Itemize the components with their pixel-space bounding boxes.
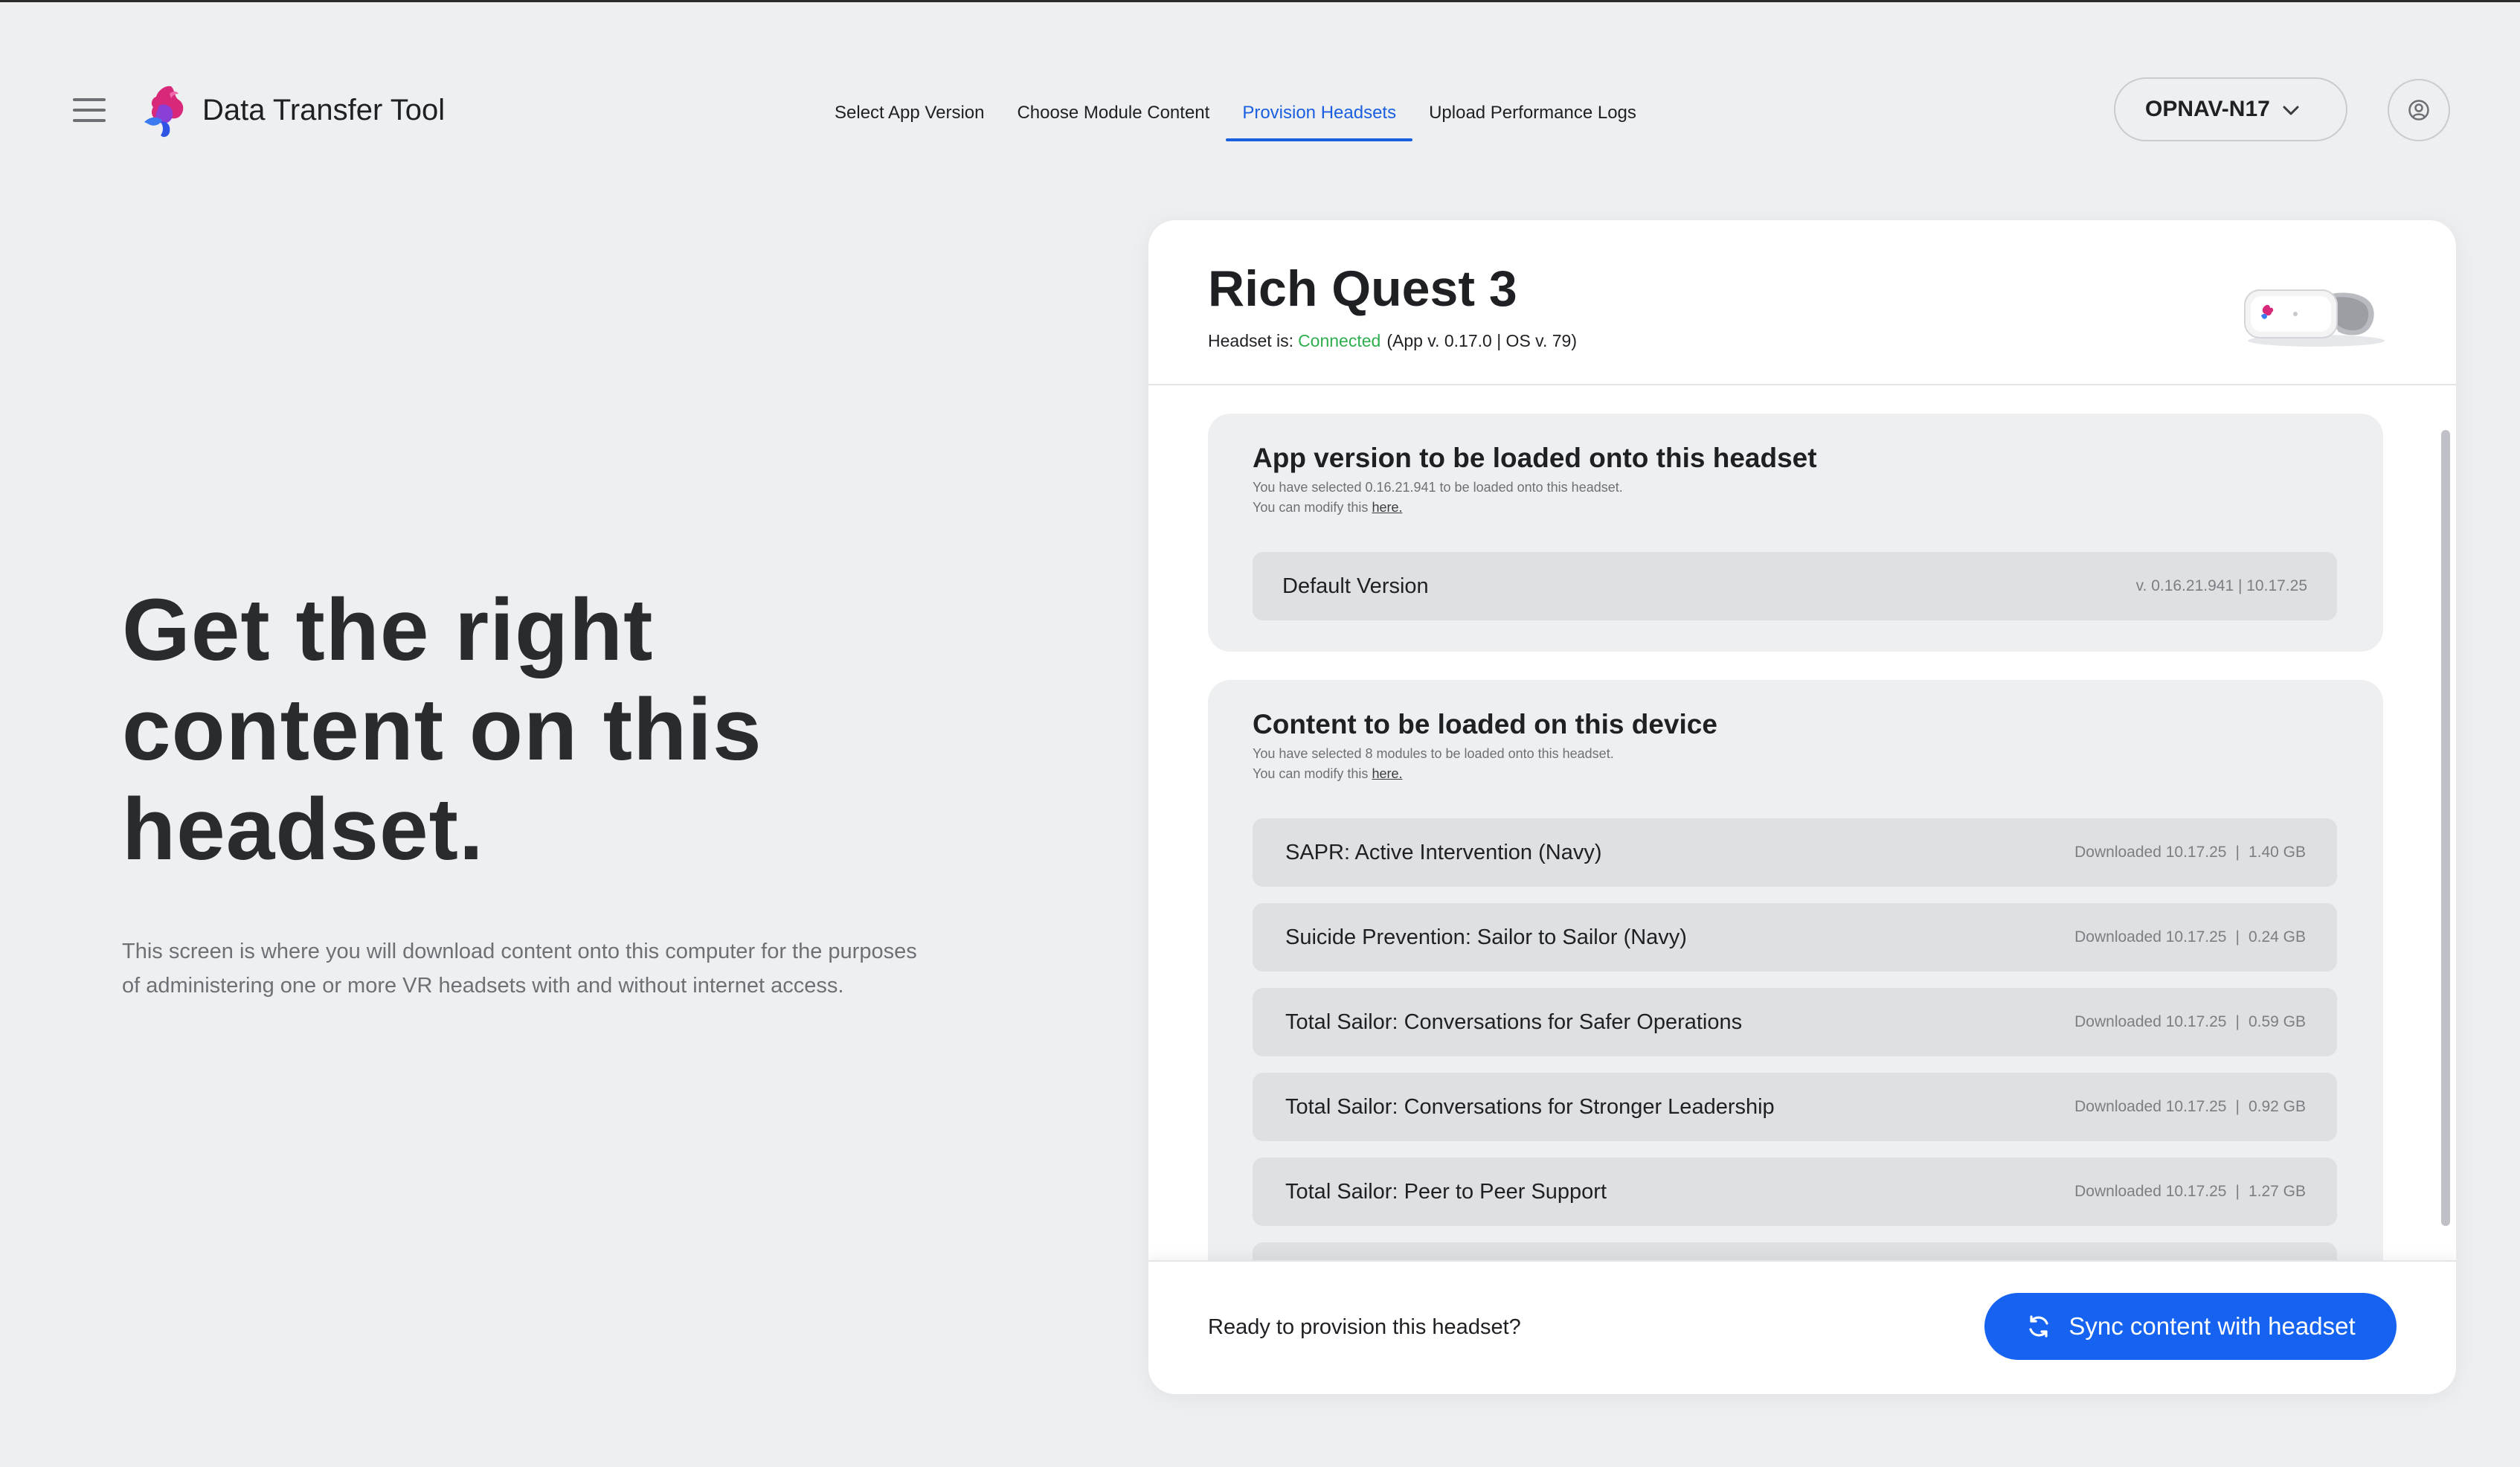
window-top-edge <box>0 0 2520 2</box>
module-name: SAPR: Active Intervention (Navy) <box>1285 841 1602 864</box>
module-row[interactable]: SAPR: Active Intervention (Navy) Downloa… <box>1253 818 2337 887</box>
panel-scrollbar[interactable] <box>2441 430 2450 1226</box>
modify-app-version-link[interactable]: here. <box>1372 500 1402 515</box>
app-version-modify-text: You can modify this here. <box>1253 500 1403 515</box>
modify-content-link[interactable]: here. <box>1372 766 1402 781</box>
content-selected-text: You have selected 8 modules to be loaded… <box>1253 746 1614 761</box>
organization-select[interactable]: OPNAV-N17 <box>2114 77 2347 141</box>
app-version-selected-text: You have selected 0.16.21.941 to be load… <box>1253 480 1623 495</box>
content-subtitle: You have selected 8 modules to be loaded… <box>1253 744 1614 784</box>
module-name: Total Sailor: Conversations for Stronger… <box>1285 1095 1775 1119</box>
app-version-title: App version to be loaded onto this heads… <box>1253 443 1817 473</box>
module-name: Total Sailor: Peer to Peer Support <box>1285 1180 1607 1204</box>
module-row[interactable]: Total Sailor: Conversations for Safer Op… <box>1253 988 2337 1056</box>
device-name: Rich Quest 3 <box>1208 260 1517 317</box>
content-section: Content to be loaded on this device You … <box>1208 680 2383 1349</box>
tab-provision-headsets[interactable]: Provision Headsets <box>1226 83 1412 143</box>
tab-choose-module-content[interactable]: Choose Module Content <box>1000 83 1226 143</box>
provision-prompt: Ready to provision this headset? <box>1208 1315 1521 1339</box>
user-profile-icon <box>2408 100 2429 121</box>
user-profile-button[interactable] <box>2388 79 2450 141</box>
sync-button-label: Sync content with headset <box>2069 1312 2356 1340</box>
module-meta: Downloaded 10.17.25 | 0.24 GB <box>2074 928 2306 946</box>
hero-title: Get the right content on this headset. <box>122 581 762 879</box>
app-version-section: App version to be loaded onto this heads… <box>1208 414 2383 652</box>
device-status-prefix: Headset is: <box>1208 331 1294 350</box>
tab-upload-performance-logs[interactable]: Upload Performance Logs <box>1412 83 1653 143</box>
module-name: Suicide Prevention: Sailor to Sailor (Na… <box>1285 925 1687 949</box>
module-row[interactable]: Total Sailor: Peer to Peer Support Downl… <box>1253 1158 2337 1226</box>
content-modify-text: You can modify this here. <box>1253 766 1403 781</box>
device-version-info: (App v. 0.17.0 | OS v. 79) <box>1386 331 1577 350</box>
organization-select-value: OPNAV-N17 <box>2145 97 2270 121</box>
sync-content-button[interactable]: Sync content with headset <box>1984 1293 2397 1360</box>
module-name: Total Sailor: Conversations for Safer Op… <box>1285 1010 1743 1034</box>
panel-footer: Ready to provision this headset? Sync co… <box>1148 1260 2456 1394</box>
module-meta: Downloaded 10.17.25 | 1.27 GB <box>2074 1183 2306 1200</box>
module-list: SAPR: Active Intervention (Navy) Downloa… <box>1253 818 2337 1327</box>
app-version-subtitle: You have selected 0.16.21.941 to be load… <box>1253 478 1623 518</box>
panel-header: Rich Quest 3 Headset is: Connected (App v.… <box>1148 220 2456 385</box>
version-meta: v. 0.16.21.941 | 10.17.25 <box>2135 577 2307 594</box>
main-nav: Select App Version Choose Module Content… <box>818 83 1653 143</box>
vr-headset-image <box>2244 289 2385 347</box>
tab-select-app-version[interactable]: Select App Version <box>818 83 1000 143</box>
headset-panel: Rich Quest 3 Headset is: Connected (App v.… <box>1148 220 2456 1394</box>
module-meta: Downloaded 10.17.25 | 1.40 GB <box>2074 844 2306 861</box>
module-meta: Downloaded 10.17.25 | 0.92 GB <box>2074 1098 2306 1115</box>
module-meta: Downloaded 10.17.25 | 0.59 GB <box>2074 1013 2306 1030</box>
connection-status: Connected <box>1298 331 1381 350</box>
module-row[interactable]: Total Sailor: Conversations for Stronger… <box>1253 1073 2337 1141</box>
selected-app-version[interactable]: Default Version v. 0.16.21.941 | 10.17.2… <box>1253 552 2337 620</box>
module-row[interactable]: Suicide Prevention: Sailor to Sailor (Na… <box>1253 903 2337 972</box>
sync-icon <box>2029 1315 2048 1338</box>
version-name: Default Version <box>1282 574 1429 598</box>
panel-scroll-area[interactable]: App version to be loaded onto this heads… <box>1148 385 2456 1394</box>
app-title: Data Transfer Tool <box>202 94 446 126</box>
hero-description: This screen is where you will download c… <box>122 940 917 998</box>
chevron-down-icon <box>2283 106 2299 115</box>
app-logo-icon <box>144 86 184 138</box>
device-status: Headset is: Connected (App v. 0.17.0 | OS … <box>1208 329 1577 353</box>
content-title: Content to be loaded on this device <box>1253 709 1717 739</box>
hamburger-menu-icon[interactable] <box>73 97 106 123</box>
